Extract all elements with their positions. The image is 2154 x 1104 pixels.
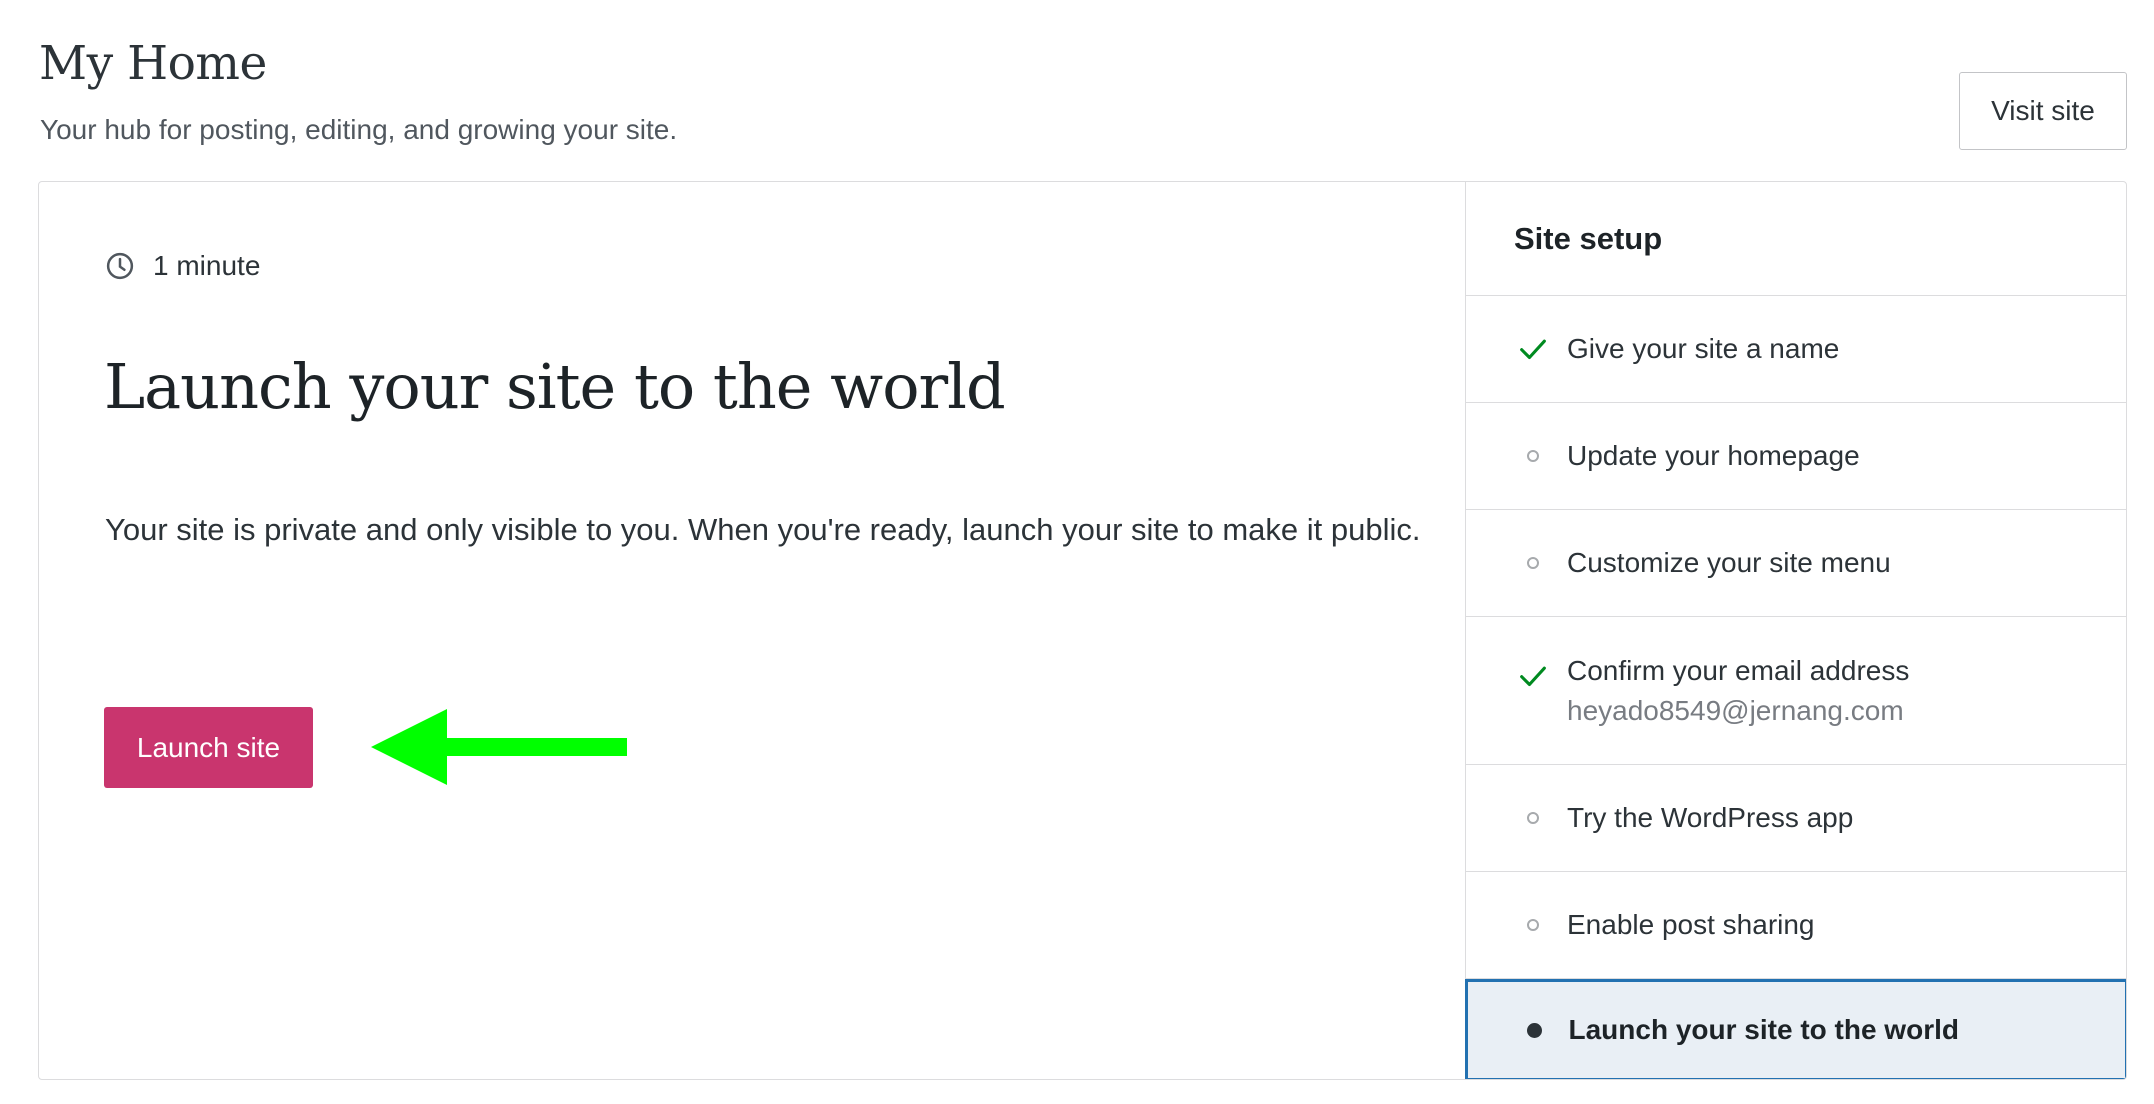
task-card: 1 minute Launch your site to the world Y…: [38, 181, 2127, 1080]
check-icon: [1516, 332, 1550, 366]
checklist-item-label: Launch your site to the world: [1568, 1014, 1959, 1045]
circle-icon: [1516, 801, 1550, 835]
clock-icon: [106, 252, 134, 280]
checklist-item-label: Give your site a name: [1567, 333, 1840, 364]
visit-site-button[interactable]: Visit site: [1959, 72, 2127, 150]
checklist-item-site-menu[interactable]: Customize your site menu: [1466, 510, 2126, 617]
check-icon: [1516, 659, 1550, 693]
page-title: My Home: [39, 36, 267, 91]
checklist-item-label: Enable post sharing: [1567, 909, 1815, 940]
checklist-item-label: Update your homepage: [1567, 440, 1860, 471]
checklist-item-post-sharing[interactable]: Enable post sharing: [1466, 872, 2126, 979]
checklist-item-wordpress-app[interactable]: Try the WordPress app: [1466, 765, 2126, 872]
task-duration: 1 minute: [105, 250, 260, 282]
checklist-item-label: Customize your site menu: [1567, 547, 1891, 578]
checklist-title: Site setup: [1466, 182, 2126, 296]
task-duration-text: 1 minute: [153, 250, 261, 281]
checklist-item-label: Confirm your email address: [1567, 654, 1910, 686]
task-panel: 1 minute Launch your site to the world Y…: [39, 182, 1465, 1079]
checklist-item-site-name[interactable]: Give your site a name: [1466, 296, 2126, 403]
checklist-item-homepage[interactable]: Update your homepage: [1466, 403, 2126, 510]
checklist-item-launch-site[interactable]: Launch your site to the world: [1464, 979, 2126, 1079]
checklist-item-confirm-email[interactable]: Confirm your email address heyado8549@je…: [1466, 617, 2126, 765]
task-heading: Launch your site to the world: [104, 350, 1006, 423]
page-subtitle: Your hub for posting, editing, and growi…: [40, 114, 678, 145]
launch-site-button[interactable]: Launch site: [104, 707, 313, 788]
checklist-item-label: Try the WordPress app: [1567, 802, 1854, 833]
bullet-icon: [1518, 1013, 1552, 1047]
circle-icon: [1516, 439, 1550, 473]
site-setup-checklist: Site setup Give your site a name Update …: [1464, 182, 2126, 1079]
circle-icon: [1516, 908, 1550, 942]
email-address: heyado8549@jernang.com: [1567, 694, 1904, 726]
task-description: Your site is private and only visible to…: [105, 512, 1421, 547]
arrow-annotation-icon: [371, 709, 627, 785]
circle-icon: [1516, 546, 1550, 580]
